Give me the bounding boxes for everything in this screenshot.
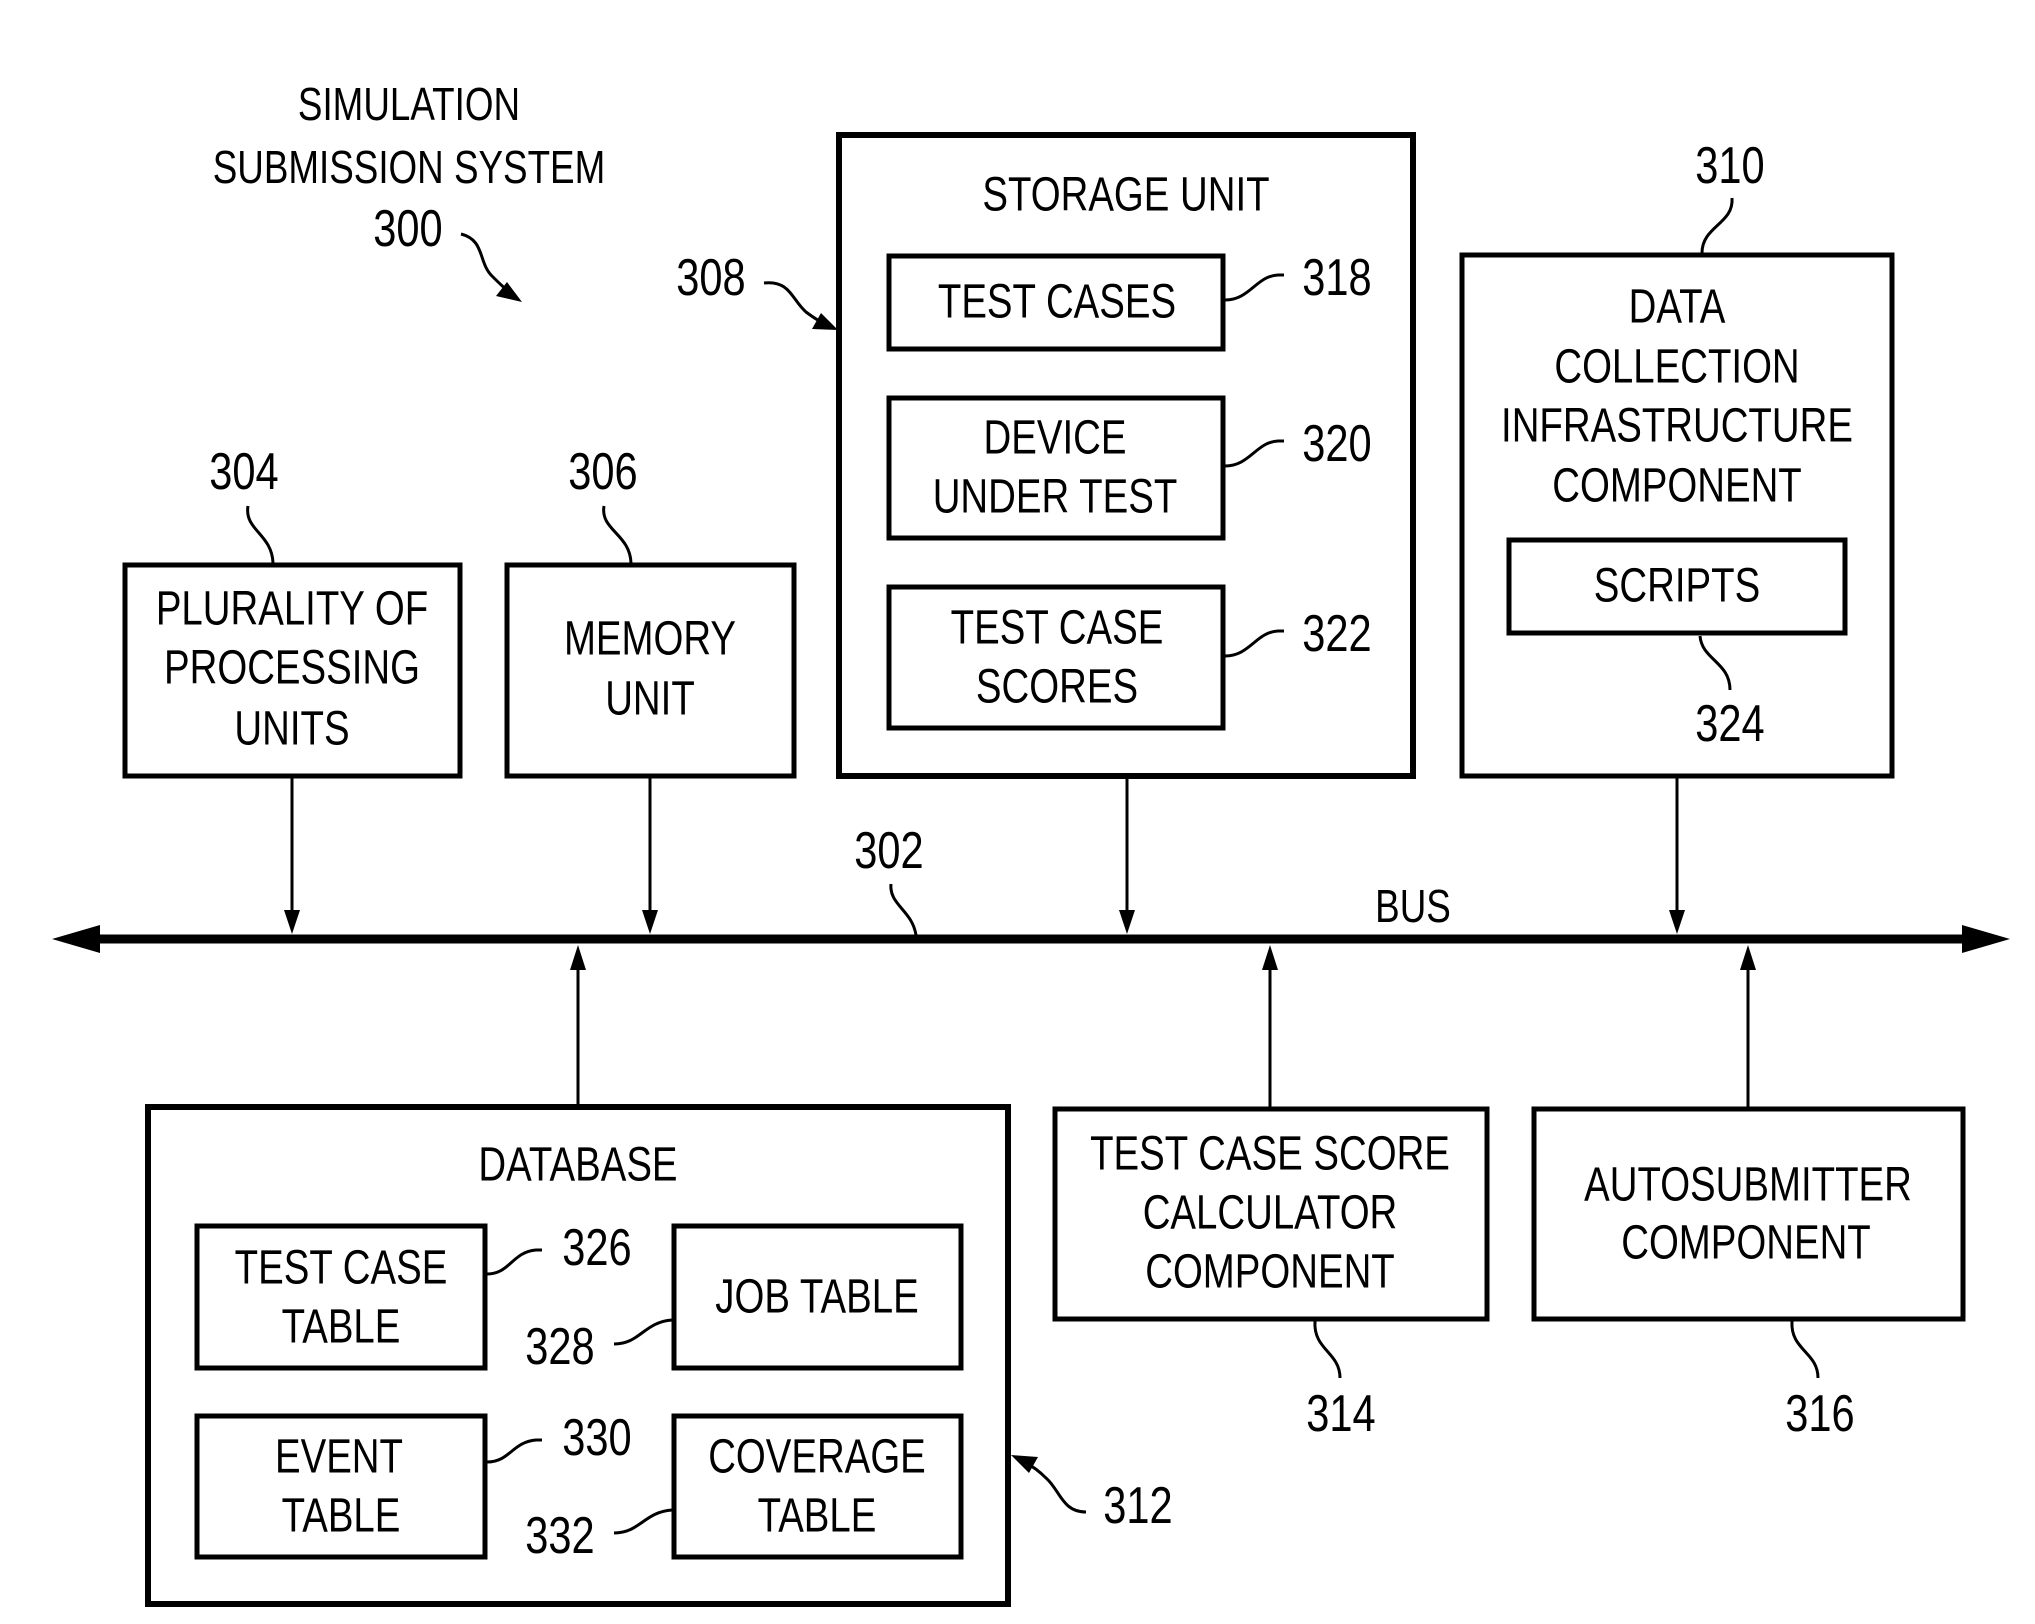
- processing-units-ref-label: 304: [209, 442, 278, 501]
- score-calculator-ref-leader: [1313, 1320, 1342, 1379]
- data-collection-line-3: INFRASTRUCTURE: [1501, 399, 1853, 452]
- test-case-table-line-2: TABLE: [282, 1300, 401, 1353]
- database-block: DATABASE 312 TEST CASE TABLE 326 JOB TAB…: [145, 1104, 1173, 1607]
- autosubmitter-box: [1531, 1106, 1966, 1322]
- bus-ref-leader: [889, 883, 918, 936]
- storage-unit-ref-leader: [763, 281, 827, 326]
- coverage-table-ref-label: 332: [525, 1506, 594, 1565]
- test-case-table-ref-label: 326: [562, 1218, 631, 1277]
- data-collection-ref-leader: [1700, 197, 1734, 254]
- system-block-diagram: SIMULATION SUBMISSION SYSTEM 300 BUS 302: [52, 78, 2010, 1607]
- event-table-line-2: TABLE: [282, 1489, 401, 1542]
- arrowhead-database-to-bus: [570, 945, 586, 970]
- score-calculator-line-2: CALCULATOR: [1143, 1186, 1398, 1239]
- test-case-table-line-1: TEST CASE: [235, 1241, 448, 1294]
- bus-left-arrowhead: [52, 925, 100, 953]
- database-ref-leader: [1025, 1461, 1087, 1514]
- autosubmitter-block: AUTOSUBMITTER COMPONENT 316: [1531, 1106, 1966, 1443]
- system-title: SIMULATION SUBMISSION SYSTEM 300: [213, 78, 605, 302]
- scripts-label: SCRIPTS: [1594, 559, 1760, 612]
- database-title: DATABASE: [478, 1138, 677, 1191]
- test-case-scores-ref-label: 322: [1302, 604, 1371, 663]
- job-table-ref-label: 328: [525, 1317, 594, 1376]
- processing-units-line-3: UNITS: [234, 702, 349, 755]
- data-collection-block: DATA COLLECTION INFRASTRUCTURE COMPONENT…: [1459, 136, 1895, 779]
- bus-label: BUS: [1375, 880, 1451, 932]
- arrowhead-autosubmitter-to-bus: [1740, 945, 1756, 970]
- arrowhead-processing-to-bus: [284, 910, 300, 934]
- memory-unit-ref-leader: [602, 505, 633, 564]
- event-table-ref-label: 330: [562, 1408, 631, 1467]
- bus-right-arrowhead: [1962, 925, 2010, 953]
- autosubmitter-line-1: AUTOSUBMITTER: [1584, 1158, 1912, 1211]
- test-case-scores-line-2: SCORES: [976, 660, 1138, 713]
- autosubmitter-ref-leader: [1790, 1320, 1820, 1379]
- score-calculator-line-1: TEST CASE SCORE: [1090, 1127, 1450, 1180]
- system-ref-arrow-line: [460, 232, 513, 295]
- title-line-1: SIMULATION: [298, 78, 520, 130]
- processing-units-line-2: PROCESSING: [164, 641, 420, 694]
- event-table-line-1: EVENT: [275, 1430, 403, 1483]
- device-under-test-line-2: UNDER TEST: [933, 470, 1178, 523]
- arrowhead-storage-to-bus: [1119, 910, 1135, 934]
- autosubmitter-ref-label: 316: [1785, 1384, 1854, 1443]
- database-ref-label: 312: [1103, 1476, 1172, 1535]
- arrowhead-datacollection-to-bus: [1669, 910, 1685, 934]
- title-line-2: SUBMISSION SYSTEM: [213, 141, 605, 193]
- arrowhead-calculator-to-bus: [1262, 945, 1278, 970]
- autosubmitter-line-2: COMPONENT: [1621, 1216, 1871, 1269]
- score-calculator-ref-label: 314: [1306, 1384, 1375, 1443]
- data-collection-line-1: DATA: [1629, 280, 1726, 333]
- device-under-test-ref-label: 320: [1302, 414, 1371, 473]
- database-ref-arrowhead: [1011, 1455, 1038, 1473]
- test-case-scores-line-1: TEST CASE: [951, 601, 1164, 654]
- coverage-table-line-1: COVERAGE: [708, 1430, 926, 1483]
- processing-units-ref-leader: [246, 505, 275, 564]
- bus: BUS 302: [52, 821, 2010, 953]
- bus-ref-label: 302: [854, 821, 923, 880]
- scripts-ref-label: 324: [1695, 694, 1764, 753]
- data-collection-line-2: COLLECTION: [1554, 340, 1799, 393]
- system-ref-label: 300: [373, 199, 442, 258]
- down-connectors: [284, 776, 1685, 934]
- memory-unit-box: [504, 562, 797, 779]
- data-collection-ref-label: 310: [1695, 136, 1764, 195]
- coverage-table-line-2: TABLE: [758, 1489, 877, 1542]
- storage-unit-title: STORAGE UNIT: [982, 168, 1269, 221]
- score-calculator-block: TEST CASE SCORE CALCULATOR COMPONENT 314: [1052, 1106, 1490, 1443]
- device-under-test-line-1: DEVICE: [984, 411, 1127, 464]
- test-cases-label: TEST CASES: [938, 275, 1176, 328]
- memory-unit-line-1: MEMORY: [564, 612, 736, 665]
- memory-unit-ref-label: 306: [568, 442, 637, 501]
- processing-units-block: PLURALITY OF PROCESSING UNITS 304: [122, 442, 463, 779]
- memory-unit-block: MEMORY UNIT 306: [504, 442, 797, 779]
- storage-unit-ref-arrowhead: [812, 313, 838, 330]
- score-calculator-line-3: COMPONENT: [1145, 1245, 1395, 1298]
- job-table-label: JOB TABLE: [715, 1270, 918, 1323]
- data-collection-line-4: COMPONENT: [1552, 459, 1802, 512]
- processing-units-line-1: PLURALITY OF: [156, 582, 428, 635]
- memory-unit-line-2: UNIT: [605, 672, 695, 725]
- up-connectors: [570, 945, 1756, 1107]
- storage-unit-ref-label: 308: [676, 248, 745, 307]
- arrowhead-memory-to-bus: [642, 910, 658, 934]
- test-cases-ref-label: 318: [1302, 248, 1371, 307]
